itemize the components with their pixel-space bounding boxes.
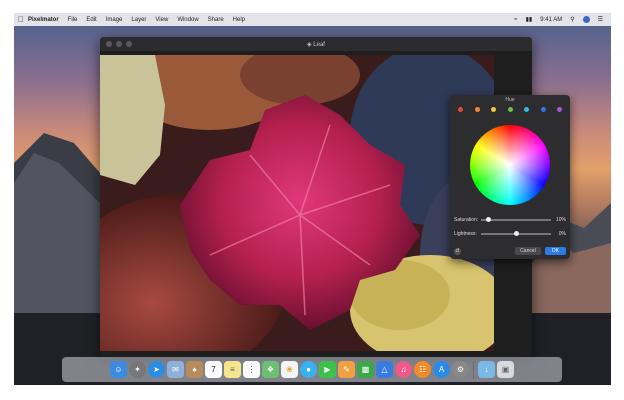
- menu-clock[interactable]: 9:41 AM: [540, 17, 562, 23]
- menu-file[interactable]: File: [68, 17, 78, 23]
- lightness-value: 0%: [558, 231, 566, 237]
- color-swatches: [450, 103, 570, 112]
- spotlight-icon[interactable]: ⚲: [570, 16, 574, 23]
- image-canvas[interactable]: [100, 55, 494, 351]
- swatch-purple[interactable]: [557, 107, 562, 112]
- hue-panel: Hue Saturation: 10% Lightness: 0% ↺ Canc…: [450, 95, 570, 259]
- menu-window[interactable]: Window: [177, 17, 198, 23]
- cancel-button[interactable]: Cancel: [515, 247, 541, 255]
- battery-icon[interactable]: ▮▮: [526, 16, 533, 23]
- hue-color-wheel[interactable]: [470, 125, 550, 205]
- swatch-yellow[interactable]: [491, 107, 496, 112]
- menu-view[interactable]: View: [155, 17, 168, 23]
- hue-panel-buttons: ↺ Cancel OK: [454, 247, 566, 255]
- swatch-cyan[interactable]: [524, 107, 529, 112]
- menu-help[interactable]: Help: [233, 17, 245, 23]
- photos-icon[interactable]: ❀: [281, 361, 298, 378]
- lightness-row: Lightness: 0%: [454, 231, 566, 237]
- trash-icon[interactable]: ▣: [497, 361, 514, 378]
- dock-separator: [473, 360, 474, 379]
- window-title: ◈ Leaf: [100, 41, 532, 48]
- safari-icon[interactable]: ➤: [148, 361, 165, 378]
- hue-panel-title: Hue: [505, 97, 515, 103]
- swatch-orange[interactable]: [474, 107, 480, 112]
- lightness-label: Lightness:: [454, 231, 477, 237]
- lightness-slider[interactable]: [481, 231, 551, 236]
- menu-app-name[interactable]: Pixelmator: [28, 17, 59, 23]
- launchpad-icon[interactable]: ✦: [129, 361, 146, 378]
- facetime-icon[interactable]: ▶: [319, 361, 336, 378]
- window-titlebar[interactable]: ◈ Leaf: [100, 37, 532, 51]
- lightness-slider-knob[interactable]: [514, 231, 519, 236]
- saturation-label: Saturation:: [454, 217, 479, 223]
- ibooks-icon[interactable]: ☷: [414, 361, 431, 378]
- calendar-icon[interactable]: 7: [205, 361, 222, 378]
- menu-image[interactable]: Image: [106, 17, 123, 23]
- itunes-icon[interactable]: ♫: [395, 361, 412, 378]
- menu-layer[interactable]: Layer: [131, 17, 146, 23]
- window-title-text: Leaf: [313, 41, 325, 48]
- saturation-row: Saturation: 10%: [454, 217, 566, 223]
- messages-icon[interactable]: ●: [300, 361, 317, 378]
- notification-center-icon[interactable]: ☰: [598, 16, 603, 23]
- saturation-slider-knob[interactable]: [486, 217, 491, 222]
- keynote-icon[interactable]: △: [376, 361, 393, 378]
- mail-icon[interactable]: ✉: [167, 361, 184, 378]
- reminders-icon[interactable]: ⋮: [243, 361, 260, 378]
- menu-bar:  Pixelmator File Edit Image Layer View …: [14, 13, 611, 26]
- downloads-folder-icon[interactable]: ↓: [478, 361, 495, 378]
- saturation-slider[interactable]: [481, 217, 551, 222]
- swatch-red[interactable]: [458, 107, 463, 112]
- apple-menu-icon[interactable]: : [14, 15, 28, 24]
- pages-icon[interactable]: ✎: [338, 361, 355, 378]
- menu-edit[interactable]: Edit: [86, 17, 96, 23]
- reset-icon[interactable]: ↺: [454, 247, 461, 255]
- numbers-icon[interactable]: ▩: [357, 361, 374, 378]
- maps-icon[interactable]: ❖: [262, 361, 279, 378]
- notes-icon[interactable]: ≡: [224, 361, 241, 378]
- leaf-photo: [100, 55, 494, 351]
- swatch-green[interactable]: [507, 107, 513, 112]
- contacts-icon[interactable]: ♠: [186, 361, 203, 378]
- wifi-icon[interactable]: ≈: [514, 17, 517, 23]
- menu-share[interactable]: Share: [208, 17, 224, 23]
- dock: ☺ ✦ ➤ ✉ ♠ 7 ≡ ⋮ ❖ ❀ ● ▶ ✎ ▩ △ ♫ ☷ A ⚙ ↓ …: [62, 357, 562, 382]
- system-preferences-icon[interactable]: ⚙: [452, 361, 469, 378]
- swatch-blue[interactable]: [540, 107, 546, 112]
- app-store-icon[interactable]: A: [433, 361, 450, 378]
- finder-icon[interactable]: ☺: [110, 361, 127, 378]
- saturation-value: 10%: [555, 217, 566, 223]
- calendar-day: 7: [211, 365, 216, 374]
- siri-icon[interactable]: [582, 16, 590, 23]
- desktop:  Pixelmator File Edit Image Layer View …: [14, 13, 611, 385]
- ok-button[interactable]: OK: [544, 247, 566, 255]
